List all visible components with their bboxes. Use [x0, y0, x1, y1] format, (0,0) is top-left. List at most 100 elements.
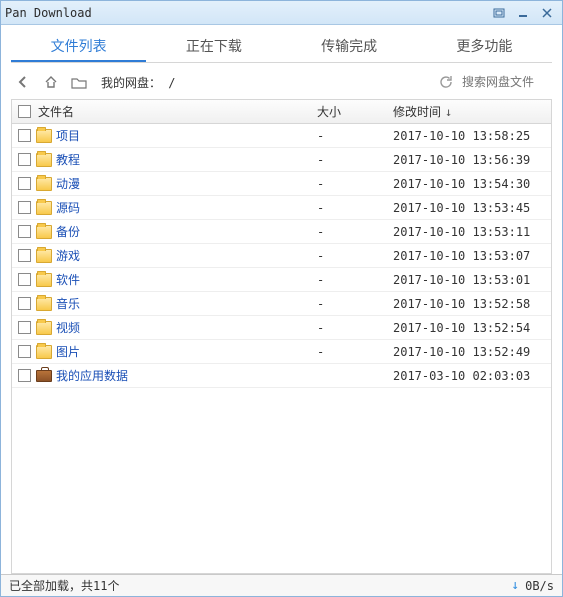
table-row[interactable]: 备份-2017-10-10 13:53:11	[12, 220, 551, 244]
close-button[interactable]	[536, 5, 558, 21]
file-name[interactable]: 游戏	[56, 247, 80, 264]
cell-mtime: 2017-10-10 13:52:49	[393, 345, 551, 359]
titlebar[interactable]: Pan Download	[1, 1, 562, 25]
column-name[interactable]: 文件名	[36, 103, 317, 120]
row-checkbox-cell[interactable]	[12, 201, 36, 214]
cell-name: 教程	[36, 151, 317, 168]
file-name[interactable]: 我的应用数据	[56, 367, 128, 384]
file-name[interactable]: 动漫	[56, 175, 80, 192]
window-title: Pan Download	[5, 6, 486, 20]
file-name[interactable]: 视频	[56, 319, 80, 336]
minimize-button[interactable]	[512, 5, 534, 21]
path-label: 我的网盘： /	[101, 74, 430, 91]
home-button[interactable]	[39, 70, 63, 94]
tab-2[interactable]: 传输完成	[282, 31, 417, 62]
cell-size: -	[317, 297, 393, 311]
file-name[interactable]: 源码	[56, 199, 80, 216]
cell-mtime: 2017-10-10 13:54:30	[393, 177, 551, 191]
table-row[interactable]: 源码-2017-10-10 13:53:45	[12, 196, 551, 220]
table-row[interactable]: 游戏 -2017-10-10 13:53:07	[12, 244, 551, 268]
cell-size: -	[317, 225, 393, 239]
checkbox-icon[interactable]	[18, 369, 31, 382]
cell-name: 源码	[36, 199, 317, 216]
tab-1[interactable]: 正在下载	[146, 31, 281, 62]
checkbox-icon[interactable]	[18, 225, 31, 238]
cell-mtime: 2017-10-10 13:52:54	[393, 321, 551, 335]
cell-mtime: 2017-10-10 13:58:25	[393, 129, 551, 143]
cell-name: 图片	[36, 343, 317, 360]
row-checkbox-cell[interactable]	[12, 273, 36, 286]
cell-mtime: 2017-10-10 13:53:07	[393, 249, 551, 263]
refresh-button[interactable]	[434, 70, 458, 94]
cell-size: -	[317, 129, 393, 143]
column-mtime-label: 修改时间	[393, 103, 441, 120]
folder-icon	[36, 345, 52, 359]
tab-3[interactable]: 更多功能	[417, 31, 552, 62]
status-bar: 已全部加载，共11个 ↓ 0B/s	[1, 574, 562, 596]
checkbox-icon[interactable]	[18, 297, 31, 310]
cell-name: 音乐	[36, 295, 317, 312]
speed-text: 0B/s	[525, 579, 554, 593]
cell-name: 游戏	[36, 247, 317, 264]
row-checkbox-cell[interactable]	[12, 345, 36, 358]
row-checkbox-cell[interactable]	[12, 369, 36, 382]
file-name[interactable]: 音乐	[56, 295, 80, 312]
restore-button[interactable]	[488, 5, 510, 21]
cell-size: -	[317, 249, 393, 263]
checkbox-icon[interactable]	[18, 129, 31, 142]
checkbox-icon[interactable]	[18, 249, 31, 262]
file-name[interactable]: 教程	[56, 151, 80, 168]
table-row[interactable]: 图片-2017-10-10 13:52:49	[12, 340, 551, 364]
cell-mtime: 2017-10-10 13:56:39	[393, 153, 551, 167]
file-table: 文件名 大小 修改时间 ↓ 项目-2017-10-10 13:58:25教程-2…	[11, 99, 552, 574]
cell-mtime: 2017-10-10 13:53:45	[393, 201, 551, 215]
folder-icon	[36, 225, 52, 239]
folder-icon	[36, 249, 52, 263]
sort-arrow-icon: ↓	[445, 105, 452, 119]
checkbox-icon[interactable]	[18, 273, 31, 286]
row-checkbox-cell[interactable]	[12, 129, 36, 142]
folder-icon	[36, 129, 52, 143]
checkbox-icon[interactable]	[18, 201, 31, 214]
row-checkbox-cell[interactable]	[12, 321, 36, 334]
row-checkbox-cell[interactable]	[12, 249, 36, 262]
row-checkbox-cell[interactable]	[12, 177, 36, 190]
row-checkbox-cell[interactable]	[12, 225, 36, 238]
cell-name: 软件	[36, 271, 317, 288]
table-row[interactable]: 音乐 -2017-10-10 13:52:58	[12, 292, 551, 316]
app-window: Pan Download 文件列表正在下载传输完成更多功能 我的网盘： /	[0, 0, 563, 597]
row-checkbox-cell[interactable]	[12, 153, 36, 166]
checkbox-icon[interactable]	[18, 321, 31, 334]
file-name[interactable]: 备份	[56, 223, 80, 240]
folder-icon	[36, 273, 52, 287]
table-header: 文件名 大小 修改时间 ↓	[12, 100, 551, 124]
table-row[interactable]: 教程-2017-10-10 13:56:39	[12, 148, 551, 172]
file-name[interactable]: 软件	[56, 271, 80, 288]
back-button[interactable]	[11, 70, 35, 94]
row-checkbox-cell[interactable]	[12, 297, 36, 310]
tab-0[interactable]: 文件列表	[11, 31, 146, 62]
table-row[interactable]: 动漫 -2017-10-10 13:54:30	[12, 172, 551, 196]
new-folder-button[interactable]	[67, 70, 91, 94]
checkbox-icon[interactable]	[18, 153, 31, 166]
table-body[interactable]: 项目-2017-10-10 13:58:25教程-2017-10-10 13:5…	[12, 124, 551, 573]
content-area: 文件列表正在下载传输完成更多功能 我的网盘： / 文件名 大小	[1, 25, 562, 574]
file-name[interactable]: 项目	[56, 127, 80, 144]
table-row[interactable]: 我的应用数据2017-03-10 02:03:03	[12, 364, 551, 388]
checkbox-icon[interactable]	[18, 105, 31, 118]
table-row[interactable]: 项目 -2017-10-10 13:58:25	[12, 124, 551, 148]
search-input[interactable]	[462, 75, 552, 89]
folder-icon	[36, 201, 52, 215]
header-checkbox-cell[interactable]	[12, 105, 36, 118]
table-row[interactable]: 软件-2017-10-10 13:53:01	[12, 268, 551, 292]
checkbox-icon[interactable]	[18, 177, 31, 190]
column-size[interactable]: 大小	[317, 103, 393, 120]
cell-mtime: 2017-10-10 13:52:58	[393, 297, 551, 311]
checkbox-icon[interactable]	[18, 345, 31, 358]
table-row[interactable]: 视频-2017-10-10 13:52:54	[12, 316, 551, 340]
cell-mtime: 2017-10-10 13:53:01	[393, 273, 551, 287]
file-name[interactable]: 图片	[56, 343, 80, 360]
column-mtime[interactable]: 修改时间 ↓	[393, 103, 551, 120]
cell-size: -	[317, 177, 393, 191]
tab-bar: 文件列表正在下载传输完成更多功能	[11, 31, 552, 63]
